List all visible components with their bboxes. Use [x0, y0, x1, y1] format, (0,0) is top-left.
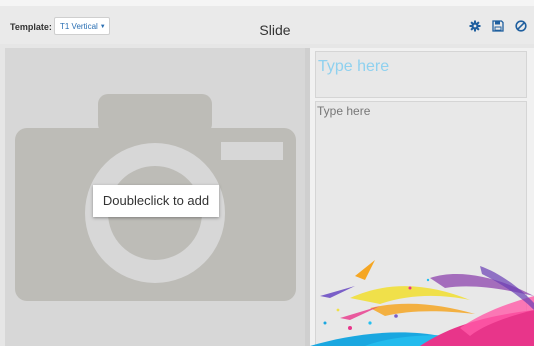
paint-splash-decoration [310, 260, 534, 346]
template-dropdown[interactable]: T1 Vertical ▼ [54, 17, 110, 35]
add-image-button[interactable]: Doubleclick to add [93, 185, 219, 217]
caret-down-icon: ▼ [99, 24, 106, 30]
text-panel: Type here Type here [310, 48, 534, 346]
page-title: Slide [259, 22, 291, 38]
top-toolbar: Template: T1 Vertical ▼ Slide [0, 0, 534, 44]
image-placeholder[interactable]: Doubleclick to add [5, 48, 305, 346]
save-icon[interactable] [492, 20, 506, 34]
cancel-icon[interactable] [515, 20, 529, 34]
gear-icon[interactable] [469, 20, 483, 34]
template-value: T1 Vertical [60, 22, 98, 31]
template-label: Template: [10, 22, 52, 32]
